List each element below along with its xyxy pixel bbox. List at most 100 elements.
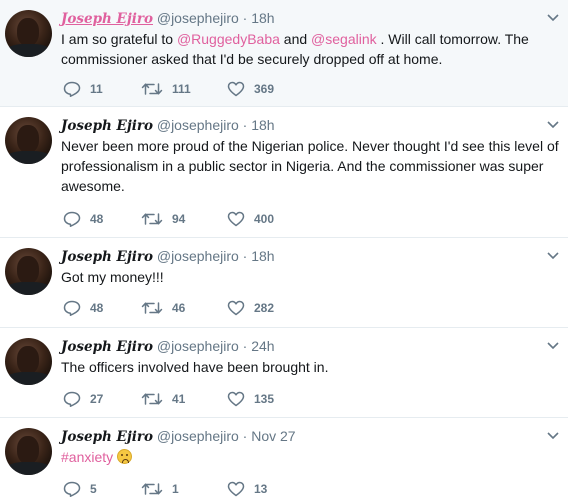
reply-icon <box>63 81 81 97</box>
author-name[interactable]: Joseph Ejiro <box>61 118 153 134</box>
tweet-header: Joseph Ejiro @josephejiro · 24h <box>61 337 275 356</box>
retweet-count: 1 <box>172 482 179 496</box>
author-handle[interactable]: @josephejiro <box>157 338 239 354</box>
author-name[interactable]: Joseph Ejiro <box>61 11 153 27</box>
reply-icon <box>63 300 81 316</box>
heart-icon <box>227 481 245 497</box>
mention-link[interactable]: @segalink <box>311 31 377 47</box>
tweet-header: Joseph Ejiro @josephejiro · Nov 27 <box>61 427 296 446</box>
like-count: 282 <box>254 301 275 315</box>
reply-icon <box>63 211 81 227</box>
like-button[interactable]: 369 <box>227 81 307 97</box>
separator: · <box>242 248 248 264</box>
reply-button[interactable]: 48 <box>63 300 141 316</box>
avatar[interactable] <box>5 428 52 475</box>
reply-count: 27 <box>90 392 104 406</box>
tweet-header: Joseph Ejiro @josephejiro · 18h <box>61 116 275 135</box>
tweet-actions: 11 111 369 <box>63 81 307 97</box>
retweet-count: 94 <box>172 212 186 226</box>
retweet-button[interactable]: 1 <box>141 481 227 497</box>
tweet-actions: 27 41 135 <box>63 391 307 407</box>
heart-icon <box>227 211 245 227</box>
timestamp[interactable]: Nov 27 <box>251 428 295 444</box>
author-name[interactable]: Joseph Ejiro <box>61 339 153 355</box>
retweet-button[interactable]: 46 <box>141 300 227 316</box>
separator: · <box>242 338 248 354</box>
tweet-text: The officers involved have been brought … <box>61 359 329 375</box>
author-handle[interactable]: @josephejiro <box>157 248 239 264</box>
tweet[interactable]: Joseph Ejiro @josephejiro · Nov 27 #anxi… <box>0 418 568 500</box>
chevron-down-icon[interactable] <box>546 119 560 129</box>
author-handle[interactable]: @josephejiro <box>157 117 239 133</box>
heart-icon <box>227 81 245 97</box>
author-name[interactable]: Joseph Ejiro <box>61 249 153 265</box>
author-handle[interactable]: @josephejiro <box>157 10 239 26</box>
text-segment: I am so grateful to <box>61 31 177 47</box>
tweet-text: #anxiety <box>61 447 561 467</box>
retweet-button[interactable]: 111 <box>141 81 227 97</box>
tweet-header: Joseph Ejiro @josephejiro · 18h <box>61 9 275 28</box>
chevron-down-icon[interactable] <box>546 250 560 260</box>
avatar[interactable] <box>5 10 52 57</box>
chevron-down-icon[interactable] <box>546 430 560 440</box>
text-segment: and <box>279 31 312 47</box>
retweet-count: 111 <box>172 82 191 96</box>
reply-icon <box>63 391 81 407</box>
like-count: 400 <box>254 212 275 226</box>
tweet-actions: 48 46 282 <box>63 300 307 316</box>
tweet-text: I am so grateful to @RuggedyBaba and @se… <box>61 29 561 69</box>
retweet-count: 46 <box>172 301 186 315</box>
tweet[interactable]: Joseph Ejiro @josephejiro · 18h Never be… <box>0 107 568 238</box>
retweet-icon <box>141 393 163 405</box>
worried-face-emoji <box>117 449 133 464</box>
timestamp[interactable]: 24h <box>251 338 274 354</box>
avatar[interactable] <box>5 248 52 295</box>
like-button[interactable]: 282 <box>227 300 307 316</box>
author-handle[interactable]: @josephejiro <box>157 428 239 444</box>
like-count: 13 <box>254 482 268 496</box>
reply-button[interactable]: 11 <box>63 81 141 97</box>
retweet-icon <box>141 302 163 314</box>
chevron-down-icon[interactable] <box>546 12 560 22</box>
timestamp[interactable]: 18h <box>251 248 274 264</box>
like-button[interactable]: 13 <box>227 481 307 497</box>
tweet-timeline: Joseph Ejiro @josephejiro · 18h I am so … <box>0 0 568 500</box>
like-count: 135 <box>254 392 275 406</box>
tweet-text: Never been more proud of the Nigerian po… <box>61 138 559 194</box>
heart-icon <box>227 300 245 316</box>
retweet-icon <box>141 483 163 495</box>
tweet-header: Joseph Ejiro @josephejiro · 18h <box>61 247 275 266</box>
avatar[interactable] <box>5 117 52 164</box>
tweet-actions: 5 1 13 <box>63 481 307 497</box>
reply-count: 11 <box>90 82 103 96</box>
reply-button[interactable]: 5 <box>63 481 141 497</box>
timestamp[interactable]: 18h <box>251 10 274 26</box>
chevron-down-icon[interactable] <box>546 340 560 350</box>
retweet-count: 41 <box>172 392 186 406</box>
separator: · <box>242 10 248 26</box>
timestamp[interactable]: 18h <box>251 117 274 133</box>
retweet-button[interactable]: 94 <box>141 211 227 227</box>
tweet[interactable]: Joseph Ejiro @josephejiro · 24h The offi… <box>0 328 568 418</box>
heart-icon <box>227 391 245 407</box>
like-button[interactable]: 400 <box>227 211 307 227</box>
like-count: 369 <box>254 82 275 96</box>
separator: · <box>242 117 248 133</box>
retweet-icon <box>141 213 163 225</box>
tweet-text: Got my money!!! <box>61 269 164 285</box>
retweet-button[interactable]: 41 <box>141 391 227 407</box>
author-name[interactable]: Joseph Ejiro <box>61 429 153 445</box>
avatar[interactable] <box>5 338 52 385</box>
tweet-actions: 48 94 400 <box>63 211 307 227</box>
reply-button[interactable]: 27 <box>63 391 141 407</box>
mention-link[interactable]: @RuggedyBaba <box>177 31 280 47</box>
tweet[interactable]: Joseph Ejiro @josephejiro · 18h Got my m… <box>0 238 568 328</box>
reply-button[interactable]: 48 <box>63 211 141 227</box>
tweet[interactable]: Joseph Ejiro @josephejiro · 18h I am so … <box>0 0 568 107</box>
retweet-icon <box>141 83 163 95</box>
reply-count: 48 <box>90 212 104 226</box>
hashtag-link[interactable]: #anxiety <box>61 449 113 465</box>
reply-count: 5 <box>90 482 97 496</box>
reply-count: 48 <box>90 301 104 315</box>
like-button[interactable]: 135 <box>227 391 307 407</box>
